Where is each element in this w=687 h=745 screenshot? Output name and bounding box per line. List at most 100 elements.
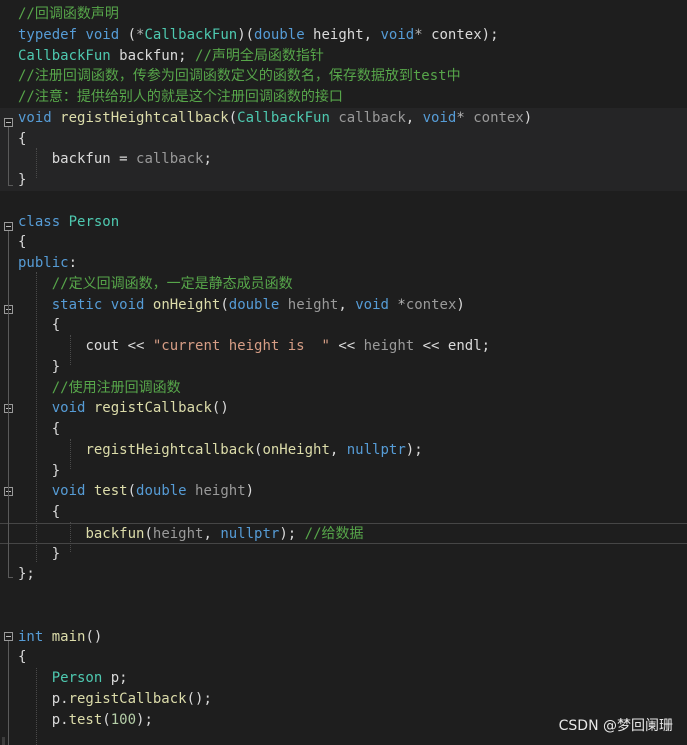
code-line[interactable]: backfun(height, nullptr); //给数据 xyxy=(0,522,687,544)
code-token: height xyxy=(363,338,415,354)
code-line-text: { xyxy=(18,502,60,523)
code-line[interactable]: //定义回调函数，一定是静态成员函数 xyxy=(0,274,687,295)
code-token: //使用注册回调函数 xyxy=(51,379,181,396)
code-line[interactable]: } xyxy=(0,357,687,378)
code-line-text: { xyxy=(18,232,26,253)
collapse-icon[interactable] xyxy=(4,118,13,127)
code-token: ( xyxy=(144,525,153,542)
code-line[interactable]: }; xyxy=(0,564,687,585)
code-line[interactable]: { xyxy=(0,502,687,523)
code-token: () xyxy=(211,400,229,417)
code-line[interactable]: typedef void (* CallbackFun)(double heigh… xyxy=(0,25,687,46)
collapse-icon[interactable] xyxy=(4,632,13,641)
collapse-icon[interactable] xyxy=(4,222,13,231)
code-line[interactable]: } xyxy=(0,170,687,191)
watermark: CSDN @梦回阑珊 xyxy=(558,718,673,734)
code-line-text: { xyxy=(18,647,26,668)
code-line-text: { xyxy=(18,129,26,150)
code-line[interactable]: CallbackFun backfun; //声明全局函数指针 xyxy=(0,46,687,67)
code-line[interactable]: { xyxy=(0,315,687,336)
code-token: void xyxy=(110,296,145,313)
code-line[interactable]: void registCallback() xyxy=(0,398,687,419)
code-line[interactable]: class Person xyxy=(0,212,687,233)
code-line[interactable]: cout << "current height is " << height <… xyxy=(0,336,687,357)
code-token: registCallback xyxy=(68,690,187,707)
code-line[interactable]: void test(double height) xyxy=(0,481,687,502)
code-line-text: //定义回调函数，一定是静态成员函数 xyxy=(18,274,293,295)
code-token: callback xyxy=(338,109,406,126)
code-line-text: //注意：提供给别人的就是这个注册回调函数的接口 xyxy=(18,87,343,108)
code-token: { xyxy=(18,317,61,334)
code-token: , xyxy=(203,525,221,542)
code-token: << xyxy=(329,338,364,354)
code-line[interactable]: void registHeightcallback(CallbackFun ca… xyxy=(0,107,687,129)
code-line[interactable] xyxy=(0,191,687,212)
code-token: //声明全局函数指针 xyxy=(195,47,324,64)
code-token: , xyxy=(329,441,347,458)
code-line[interactable]: { xyxy=(0,128,687,150)
code-line-text: { xyxy=(18,419,60,440)
code-token: { xyxy=(18,421,61,437)
code-token: } xyxy=(18,358,61,375)
code-line[interactable]: int main() xyxy=(0,627,687,648)
code-token: << xyxy=(414,338,448,354)
code-line[interactable]: //注册回调函数，传参为回调函数定义的函数名，保存数据放到test中 xyxy=(0,66,687,87)
code-line-text: class Person xyxy=(18,212,119,233)
code-token: ); xyxy=(405,441,423,458)
code-line[interactable]: } xyxy=(0,461,687,482)
code-line-text: typedef void (* CallbackFun)(double heigh… xyxy=(18,25,499,46)
code-line-text: }; xyxy=(18,564,35,585)
code-token: registCallback xyxy=(93,400,212,417)
code-editor[interactable]: //回调函数声明 typedef void (*CallbackFun)(doub… xyxy=(0,0,687,745)
code-token: ( xyxy=(102,711,111,728)
code-token: "current height is " xyxy=(152,338,330,354)
code-line[interactable]: registHeightcallback(onHeight, nullptr); xyxy=(0,440,687,461)
code-token: endl xyxy=(447,338,482,354)
code-token: * xyxy=(456,109,465,126)
code-line[interactable]: public: xyxy=(0,253,687,274)
code-line[interactable] xyxy=(0,606,687,627)
scroll-marker xyxy=(2,737,5,745)
code-line-text: void registHeightcallback(CallbackFun ca… xyxy=(18,108,532,129)
code-line[interactable]: { xyxy=(0,419,687,440)
code-token: } xyxy=(18,462,61,479)
code-line[interactable]: //回调函数声明 xyxy=(0,4,687,25)
code-line[interactable]: static void onHeight(double height, void… xyxy=(0,295,687,316)
code-line-text: cout << "current height is " << height <… xyxy=(18,336,490,357)
code-token: p. xyxy=(18,711,69,728)
code-token: p; xyxy=(102,670,128,686)
code-token: ( xyxy=(119,26,137,43)
code-token: { xyxy=(18,130,27,147)
code-line[interactable]: Person p; xyxy=(0,668,687,689)
code-token: p. xyxy=(18,690,69,707)
code-token: { xyxy=(18,504,61,520)
code-line[interactable]: //使用注册回调函数 xyxy=(0,378,687,399)
code-token: height xyxy=(152,525,204,542)
code-line[interactable]: } xyxy=(0,544,687,565)
code-line[interactable]: //注意：提供给别人的就是这个注册回调函数的接口 xyxy=(0,87,687,108)
code-line[interactable] xyxy=(0,585,687,606)
code-line[interactable]: { xyxy=(0,232,687,253)
code-token: void xyxy=(380,26,415,43)
code-token: test xyxy=(68,711,103,728)
code-line[interactable]: { xyxy=(0,647,687,668)
code-line-text: } xyxy=(18,544,60,565)
code-token: CallbackFun xyxy=(237,109,330,126)
code-line[interactable]: p.registCallback(); xyxy=(0,689,687,710)
code-token: height xyxy=(287,296,339,313)
code-line-text: registHeightcallback(onHeight, nullptr); xyxy=(18,440,423,461)
code-line[interactable]: backfun = callback; xyxy=(0,149,687,170)
code-token: //注意：提供给别人的就是这个注册回调函数的接口 xyxy=(18,89,343,105)
code-token: class xyxy=(18,213,61,230)
code-token: contex xyxy=(405,296,457,313)
code-token: height, xyxy=(304,26,381,43)
